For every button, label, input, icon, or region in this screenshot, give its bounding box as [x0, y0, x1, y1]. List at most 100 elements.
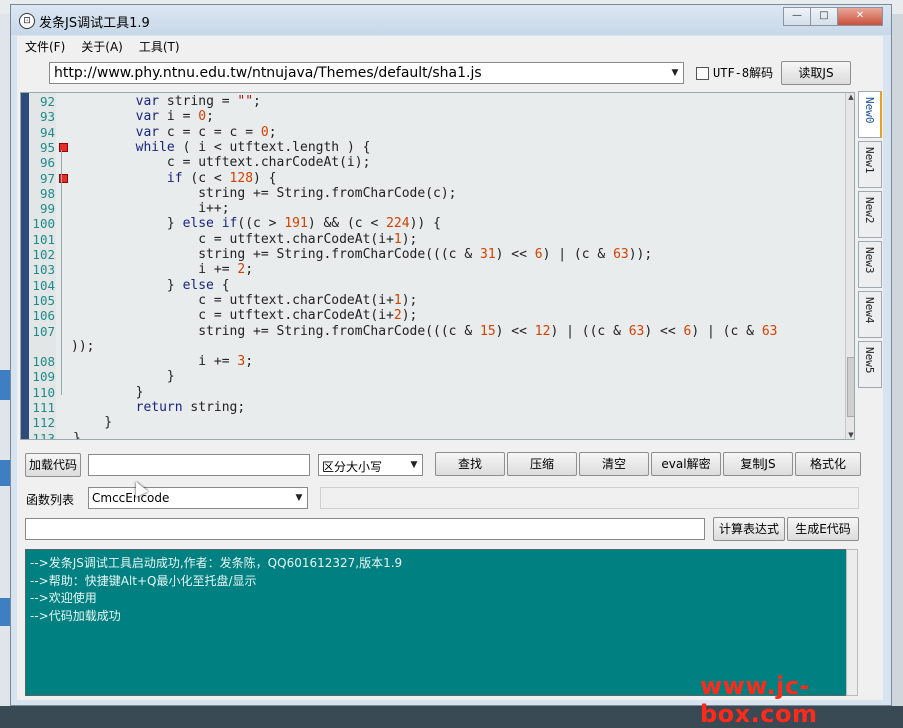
background-left-block: [0, 460, 10, 486]
tab-new5[interactable]: New5: [858, 341, 882, 388]
tab-new4[interactable]: New4: [858, 291, 882, 338]
code-line[interactable]: string += String.fromCharCode(c);: [73, 186, 456, 201]
code-area[interactable]: 92 var string = ""; 93 var i = 0; 94 var c…: [21, 93, 841, 439]
code-line[interactable]: return string;: [73, 400, 246, 415]
line-number: 94: [39, 124, 55, 140]
line-number: 98: [39, 185, 55, 201]
function-list-label: 函数列表: [26, 493, 75, 507]
code-line[interactable]: c = utftext.charCodeAt(i+1);: [73, 293, 417, 308]
app-icon: ⊡: [19, 13, 35, 29]
line-number: 93: [39, 109, 55, 125]
tab-label: New0: [863, 97, 876, 124]
line-number: 96: [39, 155, 55, 171]
code-line[interactable]: c = utftext.charCodeAt(i+2);: [73, 308, 417, 323]
close-button[interactable]: ✕: [837, 7, 883, 26]
code-line[interactable]: i += 2;: [73, 262, 253, 277]
code-line[interactable]: if (c < 128) {: [73, 171, 277, 186]
scroll-up-icon[interactable]: ▲: [846, 93, 854, 101]
url-combobox[interactable]: http://www.phy.ntnu.edu.tw/ntnujava/Them…: [49, 62, 684, 84]
menu-bar: 文件(F) 关于(A) 工具(T): [17, 36, 883, 58]
line-number: 95: [39, 139, 55, 155]
code-line[interactable]: } else if((c > 191) && (c < 224)) {: [73, 216, 441, 231]
log-line: -->帮助：快捷键Alt+Q最小化至托盘/显示: [30, 573, 257, 588]
code-line[interactable]: } else {: [73, 278, 230, 293]
menu-tools[interactable]: 工具(T): [131, 36, 188, 58]
code-line[interactable]: string += String.fromCharCode(((c & 31) …: [73, 247, 652, 262]
tab-new1[interactable]: New1: [858, 141, 882, 188]
menu-file[interactable]: 文件(F): [17, 36, 73, 58]
line-number: 111: [32, 400, 55, 415]
code-line[interactable]: }: [73, 385, 144, 400]
tab-label: New3: [863, 247, 876, 274]
line-number: 110: [32, 384, 55, 400]
load-code-button[interactable]: 加载代码: [25, 453, 81, 477]
line-number: 101: [32, 231, 55, 247]
find-button[interactable]: 查找: [435, 452, 505, 476]
line-number: 104: [32, 277, 55, 293]
tab-new3[interactable]: New3: [858, 241, 882, 288]
scroll-down-icon[interactable]: ▼: [846, 431, 854, 439]
clear-button[interactable]: 清空: [579, 452, 649, 476]
copy-js-button[interactable]: 复制JS: [723, 452, 793, 476]
case-select[interactable]: 区分大小写 ▼: [318, 454, 423, 476]
maximize-button[interactable]: □: [810, 7, 838, 26]
function-list-select[interactable]: CmccEncode ▼: [88, 487, 308, 509]
code-line[interactable]: }: [73, 415, 112, 430]
line-number: 92: [39, 94, 55, 109]
chevron-down-icon[interactable]: ▼: [291, 488, 307, 508]
line-number: 100: [32, 216, 55, 232]
generate-e-code-button[interactable]: 生成E代码: [787, 517, 859, 541]
compress-button[interactable]: 压缩: [507, 452, 577, 476]
code-line[interactable]: i++;: [73, 201, 229, 216]
watermark: www.jc-box.com: [700, 672, 818, 728]
utf8-label: UTF-8解码: [713, 66, 774, 80]
utf8-checkbox[interactable]: [696, 67, 709, 80]
title-bar[interactable]: ⊡ 发条JS调试工具1.9 — □ ✕: [11, 5, 891, 35]
tab-label: New1: [863, 147, 876, 174]
line-number: 107: [32, 323, 55, 339]
background-left-block: [0, 598, 10, 626]
fold-guide: [61, 149, 62, 395]
code-line[interactable]: c = utftext.charCodeAt(i);: [73, 155, 371, 170]
chevron-down-icon[interactable]: ▼: [667, 63, 683, 83]
code-editor[interactable]: 92 var string = ""; 93 var i = 0; 94 var c…: [20, 92, 855, 440]
chevron-down-icon[interactable]: ▼: [406, 455, 422, 475]
line-number: 105: [32, 292, 55, 308]
client-area: http://www.phy.ntnu.edu.tw/ntnujava/Them…: [17, 58, 883, 700]
menu-about[interactable]: 关于(A): [73, 36, 131, 58]
window-title: 发条JS调试工具1.9: [39, 16, 150, 31]
code-line[interactable]: ));: [71, 339, 94, 354]
line-number: 112: [32, 415, 55, 431]
line-number: 103: [32, 262, 55, 278]
expression-input[interactable]: [25, 518, 705, 540]
tab-label: New4: [863, 297, 876, 324]
tab-new0[interactable]: New0: [858, 91, 882, 138]
code-line[interactable]: }: [73, 369, 175, 384]
code-line[interactable]: var c = c = c = 0;: [73, 125, 277, 140]
code-line[interactable]: i += 3;: [73, 354, 253, 369]
format-button[interactable]: 格式化: [795, 452, 861, 476]
case-select-value: 区分大小写: [322, 460, 383, 474]
code-line[interactable]: string += String.fromCharCode(((c & 15) …: [73, 324, 777, 339]
minimize-button[interactable]: —: [783, 7, 811, 26]
tab-label: New5: [863, 347, 876, 374]
background-left-block: [0, 370, 10, 400]
search-input[interactable]: [88, 454, 310, 476]
read-js-button[interactable]: 读取JS: [781, 61, 851, 85]
app-window: ⊡ 发条JS调试工具1.9 — □ ✕ 文件(F) 关于(A) 工具(T) ht…: [10, 4, 892, 706]
code-line[interactable]: while ( i < utftext.length ) {: [73, 140, 371, 155]
line-number: 108: [32, 354, 55, 370]
log-line: -->欢迎使用: [30, 591, 97, 605]
url-value: http://www.phy.ntnu.edu.tw/ntnujava/Them…: [54, 65, 482, 81]
code-line[interactable]: c = utftext.charCodeAt(i+1);: [73, 232, 417, 247]
tab-new2[interactable]: New2: [858, 191, 882, 238]
code-line[interactable]: }: [73, 431, 81, 439]
calc-expression-button[interactable]: 计算表达式: [713, 517, 785, 541]
eval-decrypt-button[interactable]: eval解密: [651, 452, 721, 476]
function-list-value: CmccEncode: [92, 491, 170, 505]
editor-scrollbar[interactable]: ▲ ▼: [845, 93, 854, 439]
code-line[interactable]: var string = "";: [73, 94, 261, 109]
line-number: 102: [32, 247, 55, 262]
code-line[interactable]: var i = 0;: [73, 109, 214, 124]
scrollbar-thumb[interactable]: [847, 357, 854, 417]
